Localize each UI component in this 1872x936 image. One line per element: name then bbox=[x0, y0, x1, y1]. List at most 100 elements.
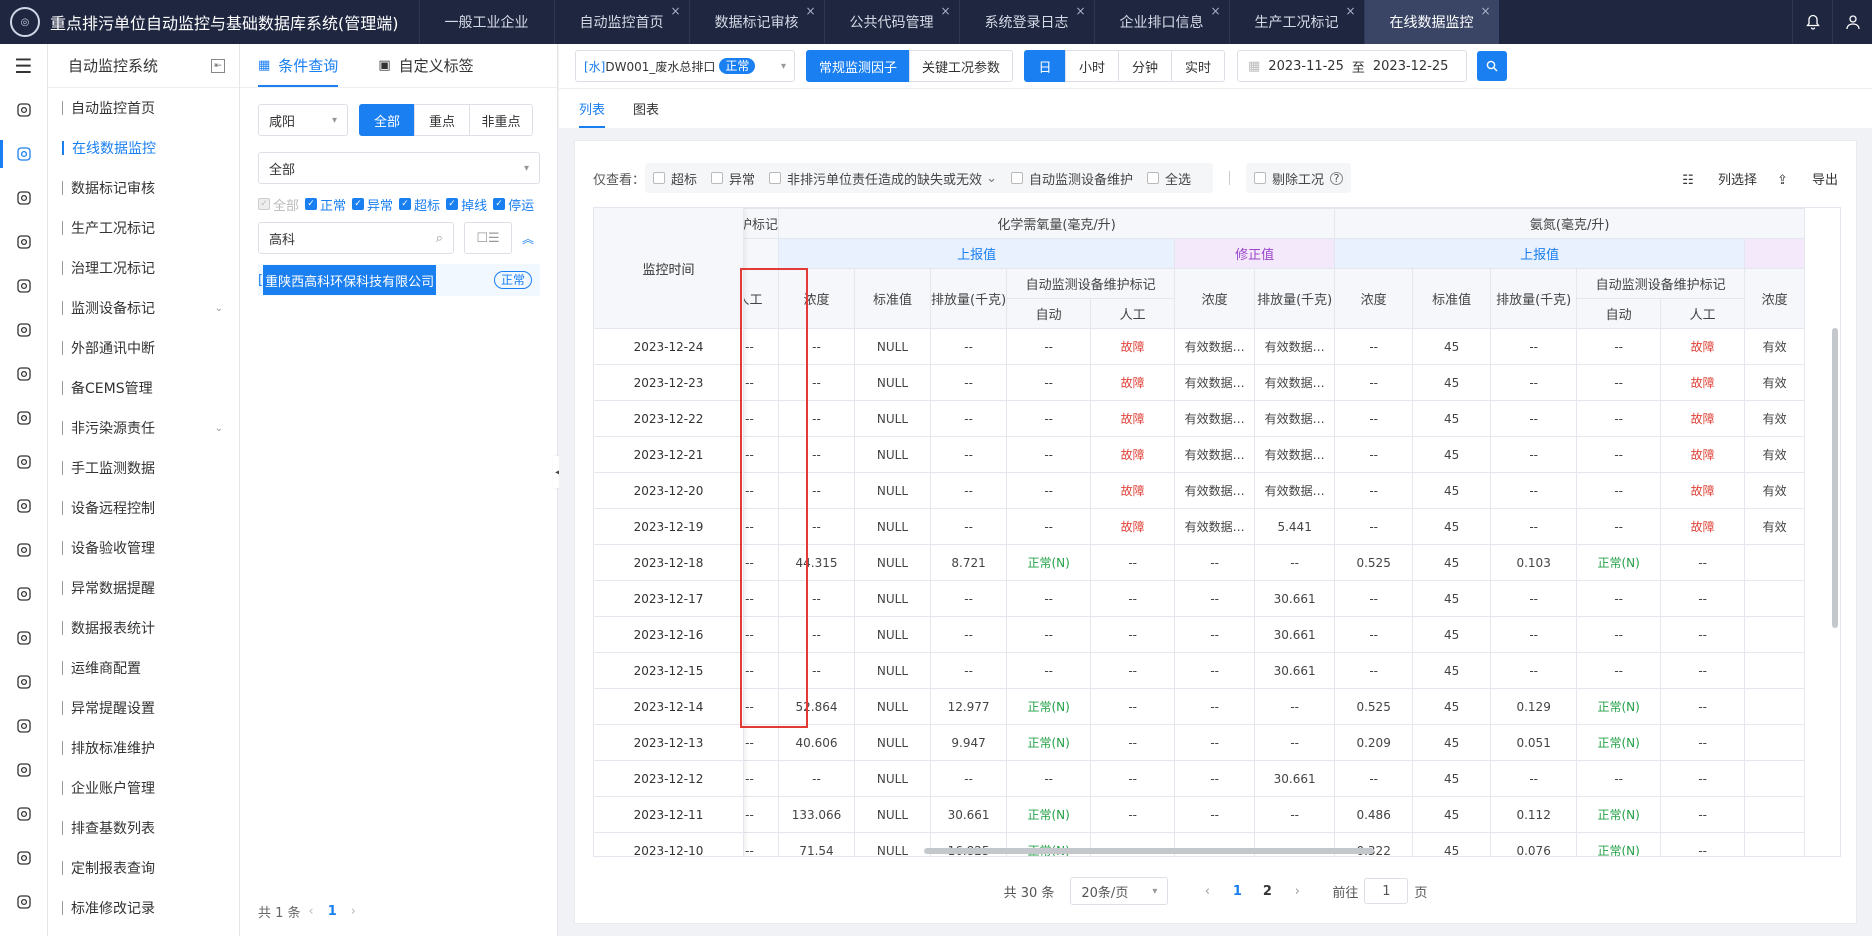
column-select-button[interactable]: ☷ 列选择 bbox=[1682, 169, 1757, 188]
factor-seg-btn-1[interactable]: 关键工况参数 bbox=[909, 50, 1013, 82]
view-tab-1[interactable]: 图表 bbox=[633, 89, 659, 128]
period-seg-btn-0[interactable]: 日 bbox=[1024, 50, 1066, 82]
menu-item-15[interactable]: 异常提醒设置 bbox=[48, 688, 239, 728]
tab-custom-tags[interactable]: ▣ 自定义标签 bbox=[378, 44, 473, 87]
menu-item-18[interactable]: 排查基数列表 bbox=[48, 808, 239, 848]
goto-page-input[interactable]: 1 bbox=[1364, 878, 1409, 904]
monitor-icon[interactable] bbox=[0, 792, 47, 836]
filter-check-0[interactable]: 超标 bbox=[653, 169, 697, 188]
menu-item-0[interactable]: 自动监控首页 bbox=[48, 88, 239, 128]
close-icon[interactable]: × bbox=[1480, 4, 1490, 18]
level-seg-btn-1[interactable]: 重点 bbox=[414, 104, 470, 136]
menu-item-13[interactable]: 数据报表统计 bbox=[48, 608, 239, 648]
page-size-select[interactable]: 20条/页 ▾ bbox=[1070, 877, 1169, 905]
chart-icon[interactable] bbox=[0, 132, 47, 176]
monitor-icon[interactable] bbox=[0, 836, 47, 880]
filter-check-2[interactable]: 非排污单位责任造成的缺失或无效 ⌄ bbox=[769, 169, 997, 188]
chevron-left-icon[interactable]: ‹ bbox=[1192, 884, 1222, 899]
monitor-icon[interactable] bbox=[0, 88, 47, 132]
menu-item-1[interactable]: 在线数据监控 bbox=[48, 128, 239, 168]
settings-icon[interactable] bbox=[0, 220, 47, 264]
tab-2[interactable]: 数据标记审核 × bbox=[688, 0, 824, 44]
status-check-1[interactable]: ✓ 正常 bbox=[305, 195, 346, 214]
monitor-icon[interactable] bbox=[0, 616, 47, 660]
menu-item-14[interactable]: 运维商配置 bbox=[48, 648, 239, 688]
tab-4[interactable]: 系统登录日志 × bbox=[958, 0, 1094, 44]
monitor-icon[interactable] bbox=[0, 308, 47, 352]
menu-item-7[interactable]: 备CEMS管理 bbox=[48, 368, 239, 408]
hamburger-icon[interactable]: ☰ bbox=[0, 44, 47, 88]
status-check-2[interactable]: ✓ 异常 bbox=[352, 195, 393, 214]
status-check-5[interactable]: ✓ 停运 bbox=[493, 195, 534, 214]
chevron-right-icon[interactable]: › bbox=[1282, 884, 1312, 899]
menu-item-20[interactable]: 标准修改记录 bbox=[48, 888, 239, 928]
view-tab-0[interactable]: 列表 bbox=[579, 89, 606, 128]
close-icon[interactable]: × bbox=[805, 4, 815, 18]
monitor-icon[interactable] bbox=[0, 660, 47, 704]
menu-item-12[interactable]: 异常数据提醒 bbox=[48, 568, 239, 608]
filter-check-3[interactable]: 自动监测设备维护 bbox=[1010, 169, 1133, 188]
panel-icon[interactable] bbox=[0, 440, 47, 484]
vertical-scrollbar[interactable] bbox=[1832, 328, 1838, 628]
menu-item-6[interactable]: 外部通讯中断 bbox=[48, 328, 239, 368]
close-icon[interactable]: × bbox=[1075, 4, 1085, 18]
level-seg-btn-0[interactable]: 全部 bbox=[359, 104, 415, 136]
status-check-3[interactable]: ✓ 超标 bbox=[399, 195, 440, 214]
menu-item-8[interactable]: 非污染源责任 ⌄ bbox=[48, 408, 239, 448]
period-seg-btn-3[interactable]: 实时 bbox=[1171, 50, 1225, 82]
tools-icon[interactable] bbox=[0, 396, 47, 440]
type-select[interactable]: 全部 ▾ bbox=[258, 152, 540, 184]
menu-item-19[interactable]: 定制报表查询 bbox=[48, 848, 239, 888]
collapse-menu-icon[interactable]: ⇤ bbox=[211, 58, 225, 73]
filter-check-4[interactable]: 全选 bbox=[1146, 169, 1191, 188]
tab-6[interactable]: 生产工况标记 × bbox=[1228, 0, 1364, 44]
page-number[interactable]: 1 bbox=[328, 904, 337, 919]
export-button[interactable]: ⇪ 导出 bbox=[1777, 169, 1838, 188]
monitor-icon[interactable] bbox=[0, 704, 47, 748]
page-number[interactable]: 1 bbox=[1222, 884, 1252, 899]
monitor-icon[interactable] bbox=[0, 264, 47, 308]
exclude-condition-checkbox[interactable]: 剔除工况 bbox=[1254, 169, 1324, 188]
period-seg-btn-2[interactable]: 分钟 bbox=[1118, 50, 1172, 82]
menu-item-11[interactable]: 设备验收管理 bbox=[48, 528, 239, 568]
monitor-icon[interactable] bbox=[0, 484, 47, 528]
close-icon[interactable]: × bbox=[1345, 4, 1355, 18]
close-icon[interactable]: × bbox=[670, 4, 680, 18]
collapse-up-icon[interactable]: ︽ bbox=[522, 230, 534, 247]
monitor-icon[interactable] bbox=[0, 748, 47, 792]
company-search-input[interactable]: 高科 ⌕ bbox=[258, 222, 454, 254]
monitor-icon[interactable] bbox=[0, 572, 47, 616]
menu-item-17[interactable]: 企业账户管理 bbox=[48, 768, 239, 808]
tree-toggle-button[interactable]: ☐☰ bbox=[464, 222, 512, 254]
monitor-icon[interactable] bbox=[0, 528, 47, 572]
bell-icon[interactable] bbox=[1792, 0, 1832, 44]
outlet-select[interactable]: [水] DW001_废水总排口 正常 ▾ bbox=[575, 50, 795, 82]
menu-item-16[interactable]: 排放标准维护 bbox=[48, 728, 239, 768]
table-icon[interactable] bbox=[0, 880, 47, 924]
tab-0[interactable]: 一般工业企业 bbox=[418, 0, 554, 44]
image-icon[interactable] bbox=[0, 352, 47, 396]
company-list-item[interactable]: [ 重陕西高科环保科技有限公司 正常 bbox=[258, 264, 540, 296]
tab-1[interactable]: 自动监控首页 × bbox=[553, 0, 689, 44]
help-icon[interactable]: ? bbox=[1330, 171, 1344, 185]
search-icon[interactable]: ⌕ bbox=[436, 231, 443, 246]
report-icon[interactable] bbox=[0, 176, 47, 220]
status-check-4[interactable]: ✓ 掉线 bbox=[446, 195, 487, 214]
horizontal-scrollbar[interactable] bbox=[924, 848, 1374, 854]
factor-seg-btn-0[interactable]: 常规监测因子 bbox=[806, 50, 910, 82]
chevron-left-icon[interactable]: ‹ bbox=[309, 904, 314, 919]
tab-3[interactable]: 公共代码管理 × bbox=[823, 0, 959, 44]
filter-check-1[interactable]: 异常 bbox=[711, 169, 755, 188]
close-icon[interactable]: × bbox=[940, 4, 950, 18]
level-seg-btn-2[interactable]: 非重点 bbox=[469, 104, 533, 136]
menu-item-10[interactable]: 设备远程控制 bbox=[48, 488, 239, 528]
close-icon[interactable]: × bbox=[1210, 4, 1220, 18]
menu-item-3[interactable]: 生产工况标记 bbox=[48, 208, 239, 248]
tab-5[interactable]: 企业排口信息 × bbox=[1093, 0, 1229, 44]
page-number[interactable]: 2 bbox=[1252, 884, 1282, 899]
user-icon[interactable] bbox=[1832, 0, 1872, 44]
menu-item-9[interactable]: 手工监测数据 bbox=[48, 448, 239, 488]
menu-item-2[interactable]: 数据标记审核 bbox=[48, 168, 239, 208]
tab-condition-query[interactable]: ▦ 条件查询 bbox=[258, 44, 339, 87]
search-button[interactable] bbox=[1477, 51, 1507, 81]
